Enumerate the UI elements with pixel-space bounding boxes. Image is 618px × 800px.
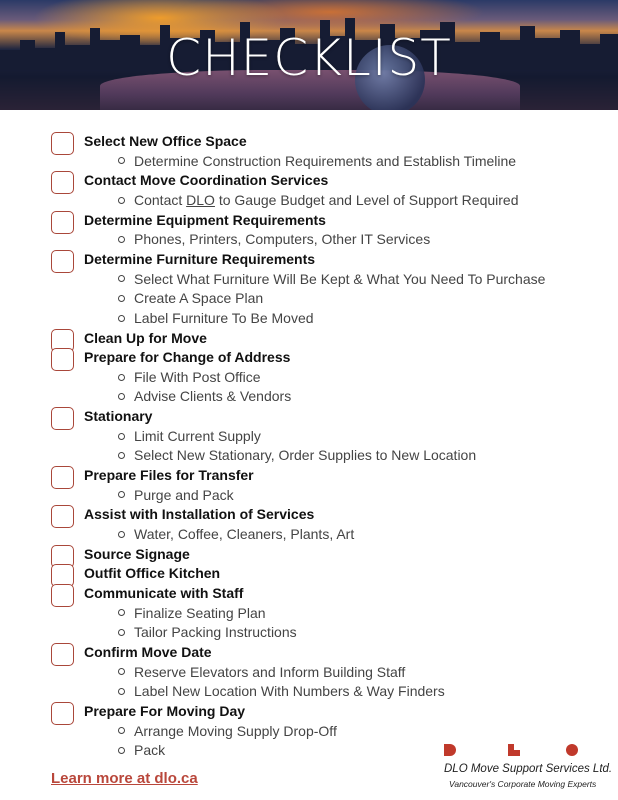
- checklist-subitem: Pack: [118, 740, 165, 760]
- subitem-text: Tailor Packing Instructions: [134, 624, 297, 641]
- bullet-icon: [118, 314, 125, 322]
- checkbox[interactable]: [51, 583, 74, 607]
- bullet-icon: [118, 668, 125, 676]
- bullet-icon: [118, 452, 125, 460]
- checkbox[interactable]: [51, 249, 74, 273]
- bullet-icon: [118, 727, 125, 735]
- checklist-item-title: Prepare For Moving Day: [84, 702, 246, 719]
- subitem-text: Phones, Printers, Computers, Other IT Se…: [134, 231, 431, 248]
- checklist-item-title: Communicate with Staff: [84, 584, 244, 601]
- logo-o-mark: [566, 744, 578, 756]
- dlo-link[interactable]: DLO: [186, 192, 215, 208]
- subitem-text: Label Furniture To Be Moved: [134, 309, 314, 326]
- checklist-subitem: Purge and Pack: [118, 485, 234, 505]
- bullet-icon: [118, 373, 125, 381]
- checklist-item-title: Select New Office Space: [84, 133, 247, 149]
- learn-more-link[interactable]: Learn more at dlo.ca: [51, 770, 198, 787]
- logo-l-mark: [508, 744, 520, 756]
- subitem-text: Arrange Moving Supply Drop-Off: [134, 722, 337, 739]
- checklist-subitem: Reserve Elevators and Inform Building St…: [118, 662, 405, 682]
- subitem-text: Water, Coffee, Cleaners, Plants, Art: [134, 526, 355, 542]
- bullet-icon: [118, 530, 125, 538]
- bullet-icon: [118, 393, 125, 401]
- checklist-subitem: Phones, Printers, Computers, Other IT Se…: [118, 229, 430, 249]
- checkbox[interactable]: [51, 701, 74, 725]
- bullet-icon: [118, 746, 125, 754]
- checklist-item-title: Prepare for Change of Address: [84, 349, 291, 366]
- checklist-item-title: Clean Up for Move: [84, 329, 207, 346]
- bullet-icon: [118, 196, 125, 204]
- subitem-text: Label New Location With Numbers & Way Fi…: [134, 683, 445, 700]
- subitem-text: to Gauge Budget and Level of Support Req…: [214, 191, 519, 208]
- company-name: DLO Move Support Services Ltd.: [444, 763, 613, 775]
- subitem-text: Create A Space Plan: [134, 290, 264, 307]
- checkbox[interactable]: [51, 171, 74, 195]
- checkbox[interactable]: [51, 348, 74, 372]
- checklist-subitem: Create A Space Plan: [118, 288, 263, 308]
- bullet-icon: [118, 687, 125, 695]
- bullet-icon: [118, 609, 125, 617]
- checkbox[interactable]: [51, 407, 74, 431]
- checklist-item-title: Determine Furniture Requirements: [84, 250, 316, 267]
- page-title: CHECKLIST: [166, 29, 452, 87]
- checklist-item-title: Source Signage: [84, 545, 190, 562]
- subitem-text: Determine Construction Requirements and …: [134, 152, 517, 169]
- checklist-item-title: Stationary: [84, 408, 153, 425]
- checklist-subitem: Select New Stationary, Order Supplies to…: [118, 445, 476, 465]
- bullet-icon: [118, 432, 125, 440]
- checklist-item-title: Outfit Office Kitchen: [84, 565, 221, 582]
- checklist-item-title: Determine Equipment Requirements: [84, 211, 326, 228]
- subitem-text: Pack: [134, 742, 166, 759]
- checklist-item-title: Assist with Installation of Services: [84, 506, 315, 523]
- company-tagline: Vancouver's Corporate Moving Experts: [449, 779, 597, 789]
- bullet-icon: [118, 491, 125, 499]
- bullet-icon: [118, 629, 125, 637]
- checkbox[interactable]: [51, 210, 74, 234]
- bullet-icon: [118, 275, 125, 283]
- subitem-text: Finalize Seating Plan: [134, 604, 266, 621]
- subitem-text: Select New Stationary, Order Supplies to…: [134, 447, 477, 464]
- checklist-subitem: Select What Furniture Will Be Kept & Wha…: [118, 269, 545, 289]
- checklist-subitem: Arrange Moving Supply Drop-Off: [118, 721, 337, 741]
- checklist-subitem: Label Furniture To Be Moved: [118, 308, 314, 328]
- checklist-subitem: Determine Construction Requirements and …: [118, 151, 516, 171]
- checklist-subitem: File With Post Office: [118, 367, 261, 387]
- checklist-subitem: Advise Clients & Vendors: [118, 386, 291, 406]
- checklist-subitem: Contact DLO to Gauge Budget and Level of…: [118, 190, 519, 210]
- checklist-subitem: Tailor Packing Instructions: [118, 622, 297, 642]
- subitem-text: Advise Clients & Vendors: [134, 388, 292, 405]
- checklist-item-title: Confirm Move Date: [84, 643, 212, 660]
- checkbox[interactable]: [51, 466, 74, 490]
- checkbox[interactable]: [51, 132, 74, 155]
- bullet-icon: [118, 236, 125, 244]
- checkbox[interactable]: [51, 642, 74, 666]
- subitem-text: Limit Current Supply: [134, 427, 261, 444]
- checklist-subitem: Water, Coffee, Cleaners, Plants, Art: [118, 524, 354, 544]
- bullet-icon: [118, 294, 125, 302]
- checklist-subitem: Limit Current Supply: [118, 426, 261, 446]
- subitem-text: Select What Furniture Will Be Kept & Wha…: [134, 270, 546, 287]
- checklist-subitem: Label New Location With Numbers & Way Fi…: [118, 681, 445, 701]
- checklist-item-title: Prepare Files for Transfer: [84, 467, 254, 484]
- bullet-icon: [118, 157, 125, 165]
- header-banner: CHECKLIST: [0, 0, 618, 110]
- logo-d-mark: [444, 744, 456, 756]
- subitem-text: Reserve Elevators and Inform Building St…: [134, 663, 406, 680]
- subitem-text: Contact: [134, 191, 187, 208]
- dlo-logo: [444, 744, 584, 758]
- subitem-text: Purge and Pack: [134, 486, 234, 503]
- subitem-text: File With Post Office: [134, 368, 261, 385]
- checkbox[interactable]: [51, 505, 74, 529]
- checklist-subitem: Finalize Seating Plan: [118, 603, 266, 623]
- checklist-item-title: Contact Move Coordination Services: [84, 172, 329, 189]
